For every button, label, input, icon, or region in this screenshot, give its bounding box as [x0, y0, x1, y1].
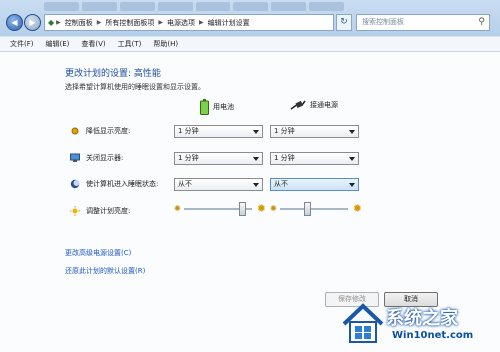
slider-thumb[interactable] [304, 202, 312, 216]
brightness-high-icon: ✹ [352, 202, 362, 215]
taskbar-tabs [44, 2, 344, 11]
dropdown-arrow-icon [349, 130, 355, 134]
tab-placeholder[interactable] [81, 2, 117, 11]
chevron-right-icon: ▶ [199, 19, 204, 26]
column-battery-label: 用电池 [213, 103, 234, 111]
column-plugged-label: 接通电源 [310, 101, 338, 109]
search-icon[interactable]: ⚲ [478, 15, 485, 30]
dropdown-arrow-icon [253, 183, 259, 187]
brightness-icon [70, 206, 80, 216]
chevron-right-icon: ▶ [96, 19, 102, 26]
turn-off-display-plugged-select[interactable]: 1 分钟 [270, 152, 359, 165]
turn-off-display-battery-select[interactable]: 1 分钟 [174, 152, 263, 165]
chevron-right-icon: ▶ [158, 19, 164, 26]
row-label-text: 使计算机进入睡眠状态: [86, 180, 159, 188]
row-sleep: 使计算机进入睡眠状态: [70, 179, 158, 189]
column-battery: 用电池 [200, 99, 234, 115]
select-value: 1 分钟 [178, 154, 199, 162]
advanced-power-settings-link[interactable]: 更改高级电源设置(C) [65, 248, 131, 258]
control-panel-icon: ◆ [48, 18, 55, 27]
refresh-button[interactable]: ↻ [336, 14, 352, 31]
house-logo-icon [342, 303, 384, 343]
brightness-low-icon: ✺ [270, 204, 277, 213]
slider-track [280, 208, 348, 210]
row-label-text: 关闭显示器: [86, 154, 124, 162]
breadcrumb-item[interactable]: 所有控制面板项 [105, 18, 154, 28]
chevron-right-icon: ▶ [56, 19, 61, 26]
tab-placeholder[interactable] [195, 2, 231, 11]
watermark-site: Win10net.com [392, 330, 474, 341]
monitor-icon [70, 153, 80, 163]
tab-placeholder[interactable] [44, 2, 79, 11]
menu-file[interactable]: 文件(F) [10, 39, 34, 49]
tab-placeholder[interactable] [119, 2, 155, 11]
select-value: 1 分钟 [178, 127, 199, 135]
brightness-low-icon: ✺ [174, 204, 181, 213]
page-subtitle: 选择希望计算机使用的睡眠设置和显示设置。 [65, 83, 205, 91]
address-bar[interactable]: ◆ ▶ 控制面板 ▶ 所有控制面板项 ▶ 电源选项 ▶ 编辑计划设置 [44, 14, 334, 31]
sleep-moon-icon [70, 179, 80, 189]
menu-tools[interactable]: 工具(T) [118, 39, 142, 49]
watermark-logo: 系统之家 Win10net.com [338, 300, 498, 350]
brightness-plugged-slider[interactable]: ✺ ✹ [270, 202, 362, 216]
tab-placeholder[interactable] [157, 2, 193, 11]
forward-button[interactable]: ▶ [24, 14, 41, 31]
dim-display-icon [70, 126, 80, 136]
breadcrumb-item[interactable]: 编辑计划设置 [208, 18, 250, 28]
row-label-text: 调整计划亮度: [86, 207, 131, 215]
page-title: 更改计划的设置: 高性能 [65, 69, 161, 79]
dim-display-plugged-select[interactable]: 1 分钟 [270, 125, 359, 138]
menu-view[interactable]: 查看(V) [81, 39, 105, 49]
slider-thumb[interactable] [238, 202, 246, 216]
select-value: 从不 [178, 180, 192, 188]
battery-icon [200, 99, 209, 115]
tab-placeholder[interactable] [233, 2, 269, 11]
breadcrumb-item[interactable]: 电源选项 [167, 18, 195, 28]
brightness-high-icon: ✹ [256, 202, 266, 215]
menu-help[interactable]: 帮助(H) [153, 39, 178, 49]
row-label-text: 降低显示亮度: [86, 127, 131, 135]
brightness-battery-slider[interactable]: ✺ ✹ [174, 202, 266, 216]
window-chrome: ◀ ▶ ◆ ▶ 控制面板 ▶ 所有控制面板项 ▶ 电源选项 ▶ 编辑计划设置 ↻… [0, 0, 500, 36]
power-plug-icon [290, 100, 306, 110]
breadcrumb-item[interactable]: 控制面板 [65, 18, 93, 28]
tab-placeholder[interactable] [309, 2, 344, 11]
select-value: 从不 [274, 180, 288, 188]
watermark-brand: 系统之家 [386, 308, 458, 329]
search-placeholder: 搜索控制面板 [362, 18, 404, 26]
dropdown-arrow-icon [349, 183, 355, 187]
dropdown-arrow-icon [253, 157, 259, 161]
dropdown-arrow-icon [253, 130, 259, 134]
row-brightness: 调整计划亮度: [70, 206, 130, 216]
sleep-plugged-select[interactable]: 从不 [270, 178, 359, 191]
select-value: 1 分钟 [274, 154, 295, 162]
row-turn-off-display: 关闭显示器: [70, 153, 123, 163]
search-input[interactable]: 搜索控制面板 ⚲ [356, 14, 490, 31]
dim-display-battery-select[interactable]: 1 分钟 [174, 125, 263, 138]
menu-edit[interactable]: 编辑(E) [46, 39, 70, 49]
column-plugged: 接通电源 [290, 99, 338, 111]
menu-bar: 文件(F) 编辑(E) 查看(V) 工具(T) 帮助(H) [0, 37, 500, 52]
dropdown-arrow-icon [349, 157, 355, 161]
row-dim-display: 降低显示亮度: [70, 126, 130, 136]
tab-placeholder[interactable] [271, 2, 307, 11]
sleep-battery-select[interactable]: 从不 [174, 178, 263, 191]
back-button[interactable]: ◀ [6, 14, 23, 31]
select-value: 1 分钟 [274, 127, 295, 135]
restore-defaults-link[interactable]: 还原此计划的默认设置(R) [65, 266, 145, 276]
